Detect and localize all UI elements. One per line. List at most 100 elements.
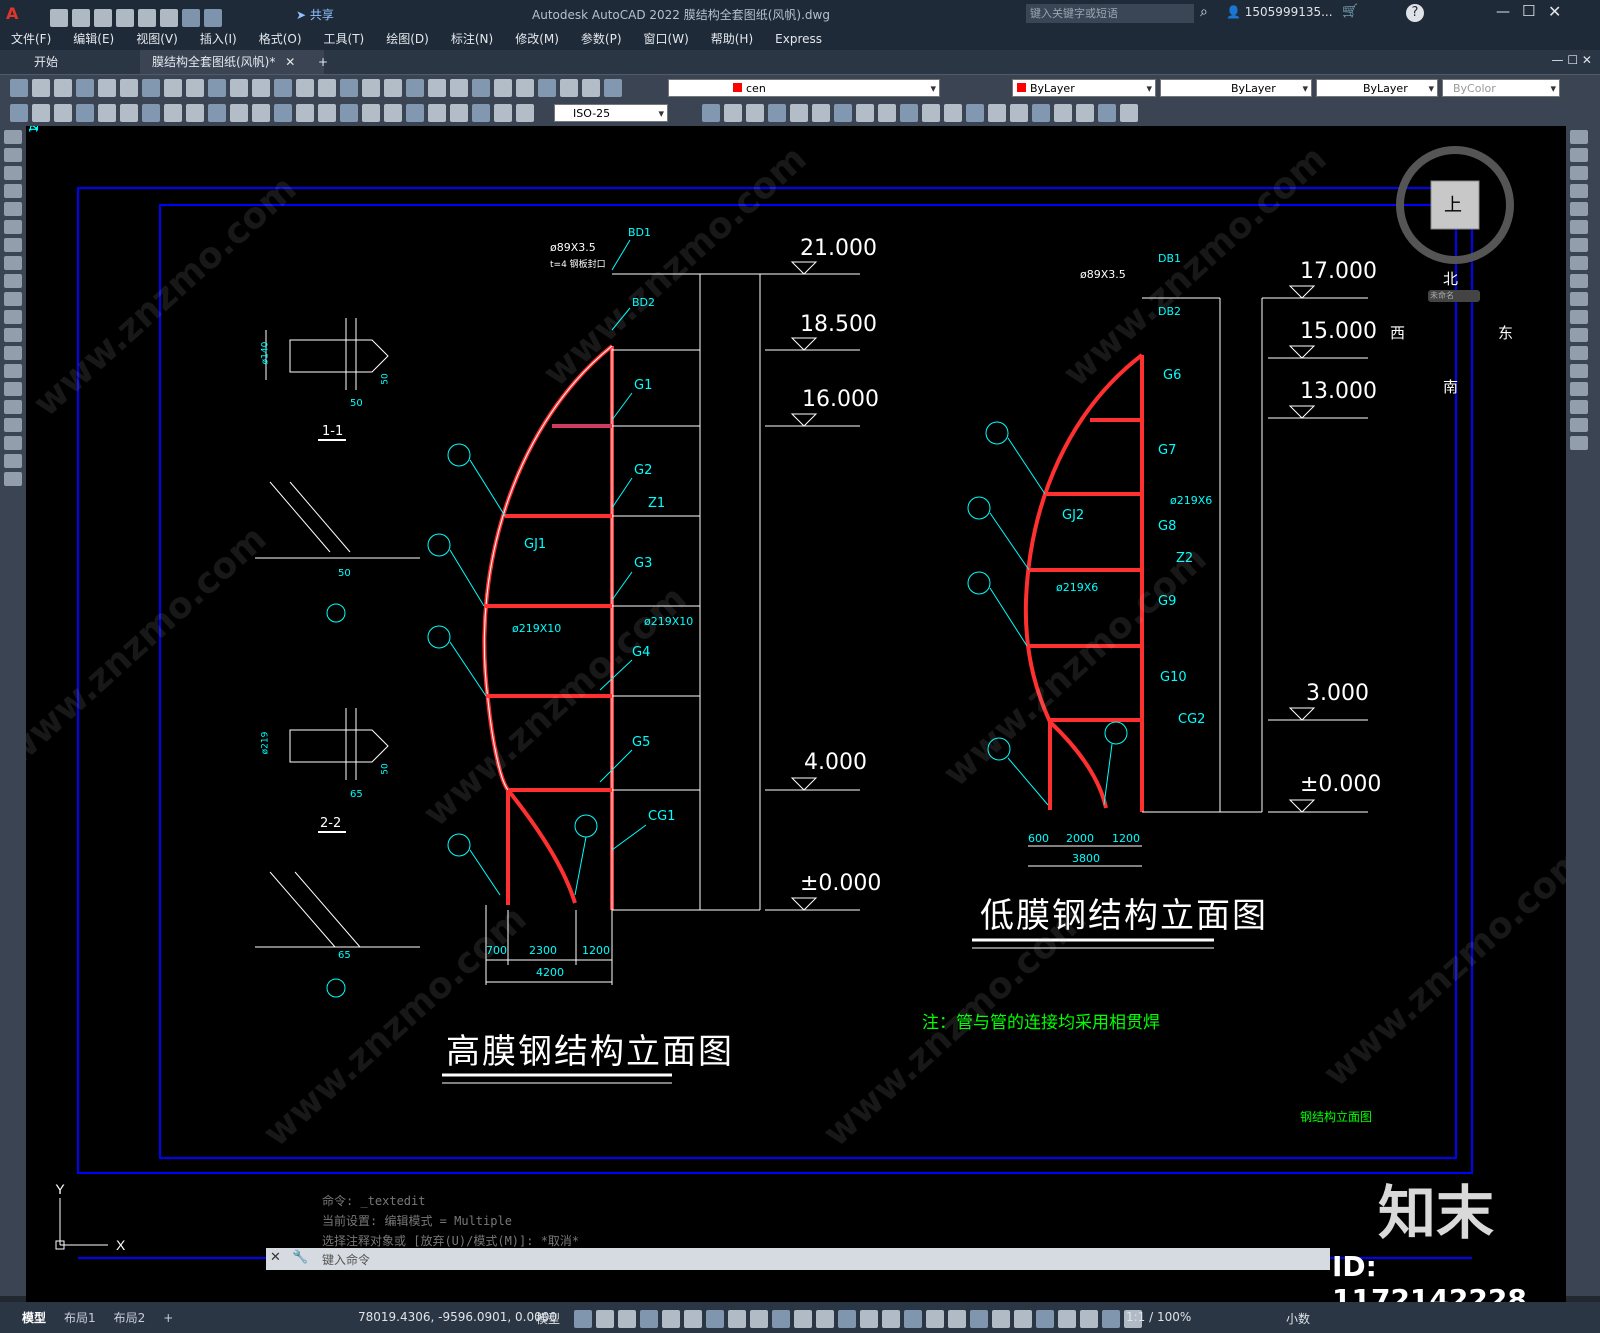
- tool-icon[interactable]: [164, 79, 182, 97]
- layout-tab[interactable]: 模型: [22, 1309, 46, 1326]
- draw-tool-icon[interactable]: [4, 292, 22, 306]
- tool-icon[interactable]: [208, 79, 226, 97]
- draw-tool-icon[interactable]: [4, 184, 22, 198]
- status-tool-icon[interactable]: [750, 1310, 768, 1328]
- modify-tool-icon[interactable]: [1570, 202, 1588, 216]
- status-tool-icon[interactable]: [860, 1310, 878, 1328]
- status-tool-icon[interactable]: [1036, 1310, 1054, 1328]
- dim-tool-icon[interactable]: [318, 104, 336, 122]
- linetype-dropdown[interactable]: ByLayer: [1160, 79, 1312, 98]
- modify-tool-icon[interactable]: [1570, 382, 1588, 396]
- tool-icon[interactable]: [98, 79, 116, 97]
- status-tool-icon[interactable]: [948, 1310, 966, 1328]
- tool-icon[interactable]: [516, 79, 534, 97]
- menu-item[interactable]: 视图(V): [125, 28, 189, 50]
- tool-icon[interactable]: [362, 79, 380, 97]
- layer-dropdown[interactable]: cen: [668, 79, 940, 98]
- tool-icon[interactable]: [120, 79, 138, 97]
- status-tool-icon[interactable]: [772, 1310, 790, 1328]
- modify-tool-icon[interactable]: [1570, 436, 1588, 450]
- menu-item[interactable]: 参数(P): [570, 28, 633, 50]
- dim-tool-icon[interactable]: [340, 104, 358, 122]
- draw-tool-icon[interactable]: [4, 220, 22, 234]
- status-tool-icon[interactable]: [596, 1310, 614, 1328]
- command-input[interactable]: 键入命令: [322, 1251, 370, 1268]
- menu-item[interactable]: Express: [764, 28, 833, 50]
- modify-tool-icon[interactable]: [1076, 104, 1094, 122]
- dim-tool-icon[interactable]: [54, 104, 72, 122]
- menu-item[interactable]: 文件(F): [0, 28, 62, 50]
- modify-tool-icon[interactable]: [702, 104, 720, 122]
- dim-tool-icon[interactable]: [450, 104, 468, 122]
- tool-icon[interactable]: [10, 79, 28, 97]
- modify-tool-icon[interactable]: [724, 104, 742, 122]
- ucs-menu[interactable]: 未命名: [1430, 290, 1454, 301]
- tool-icon[interactable]: [582, 79, 600, 97]
- status-tool-icon[interactable]: [706, 1310, 724, 1328]
- modify-tool-icon[interactable]: [944, 104, 962, 122]
- tool-icon[interactable]: [32, 79, 50, 97]
- autocad-logo-icon[interactable]: A: [6, 4, 26, 24]
- dim-tool-icon[interactable]: [494, 104, 512, 122]
- modify-tool-icon[interactable]: [1570, 256, 1588, 270]
- search-icon[interactable]: ⌕: [1200, 4, 1208, 20]
- tab-start[interactable]: 开始: [22, 50, 70, 74]
- dim-tool-icon[interactable]: [164, 104, 182, 122]
- dimstyle-dropdown[interactable]: ISO-25: [554, 104, 668, 123]
- draw-tool-icon[interactable]: [4, 328, 22, 342]
- tab-add-button[interactable]: +: [306, 50, 340, 74]
- draw-tool-icon[interactable]: [4, 400, 22, 414]
- menu-item[interactable]: 工具(T): [313, 28, 376, 50]
- dim-tool-icon[interactable]: [10, 104, 28, 122]
- draw-tool-icon[interactable]: [4, 274, 22, 288]
- close-icon[interactable]: ✕: [1548, 2, 1561, 21]
- dim-tool-icon[interactable]: [120, 104, 138, 122]
- status-tool-icon[interactable]: [662, 1310, 680, 1328]
- menu-item[interactable]: 插入(I): [189, 28, 248, 50]
- modify-tool-icon[interactable]: [1570, 418, 1588, 432]
- help-icon[interactable]: ?: [1406, 4, 1424, 22]
- lineweight-dropdown[interactable]: ByLayer: [1316, 79, 1438, 98]
- draw-tool-icon[interactable]: [4, 238, 22, 252]
- menu-item[interactable]: 绘图(D): [375, 28, 440, 50]
- dim-tool-icon[interactable]: [186, 104, 204, 122]
- status-tool-icon[interactable]: [816, 1310, 834, 1328]
- plotstyle-dropdown[interactable]: ByColor: [1442, 79, 1560, 98]
- dim-tool-icon[interactable]: [296, 104, 314, 122]
- draw-tool-icon[interactable]: [4, 472, 22, 486]
- new-icon[interactable]: [50, 9, 68, 27]
- status-tool-icon[interactable]: [1058, 1310, 1076, 1328]
- tool-icon[interactable]: [406, 79, 424, 97]
- modify-tool-icon[interactable]: [1054, 104, 1072, 122]
- status-tool-icon[interactable]: [640, 1310, 658, 1328]
- dim-tool-icon[interactable]: [252, 104, 270, 122]
- command-customize-icon[interactable]: 🔧: [292, 1250, 308, 1265]
- modify-tool-icon[interactable]: [1570, 310, 1588, 324]
- minimize-icon[interactable]: —: [1496, 4, 1510, 20]
- modify-tool-icon[interactable]: [922, 104, 940, 122]
- menu-item[interactable]: 编辑(E): [62, 28, 125, 50]
- modify-tool-icon[interactable]: [1120, 104, 1138, 122]
- draw-tool-icon[interactable]: [4, 364, 22, 378]
- dim-tool-icon[interactable]: [32, 104, 50, 122]
- color-dropdown[interactable]: ByLayer: [1012, 79, 1156, 98]
- modify-tool-icon[interactable]: [1098, 104, 1116, 122]
- draw-tool-icon[interactable]: [4, 256, 22, 270]
- status-tool-icon[interactable]: [794, 1310, 812, 1328]
- tool-icon[interactable]: [274, 79, 292, 97]
- maximize-icon[interactable]: ☐: [1522, 2, 1535, 20]
- layout-tab[interactable]: 布局2: [114, 1309, 146, 1326]
- save-icon[interactable]: [94, 9, 112, 27]
- command-close-icon[interactable]: ✕: [270, 1250, 281, 1265]
- modify-tool-icon[interactable]: [746, 104, 764, 122]
- modify-tool-icon[interactable]: [812, 104, 830, 122]
- status-tool-icon[interactable]: [684, 1310, 702, 1328]
- menu-item[interactable]: 修改(M): [504, 28, 570, 50]
- drawing-canvas[interactable]: Y X 北 南 东 西 上 未命名 21.000 18.500 16.000 4…: [26, 126, 1566, 1302]
- modify-tool-icon[interactable]: [1570, 346, 1588, 360]
- draw-tool-icon[interactable]: [4, 310, 22, 324]
- dim-tool-icon[interactable]: [208, 104, 226, 122]
- menu-item[interactable]: 标注(N): [440, 28, 504, 50]
- draw-tool-icon[interactable]: [4, 418, 22, 432]
- menu-item[interactable]: 窗口(W): [633, 28, 700, 50]
